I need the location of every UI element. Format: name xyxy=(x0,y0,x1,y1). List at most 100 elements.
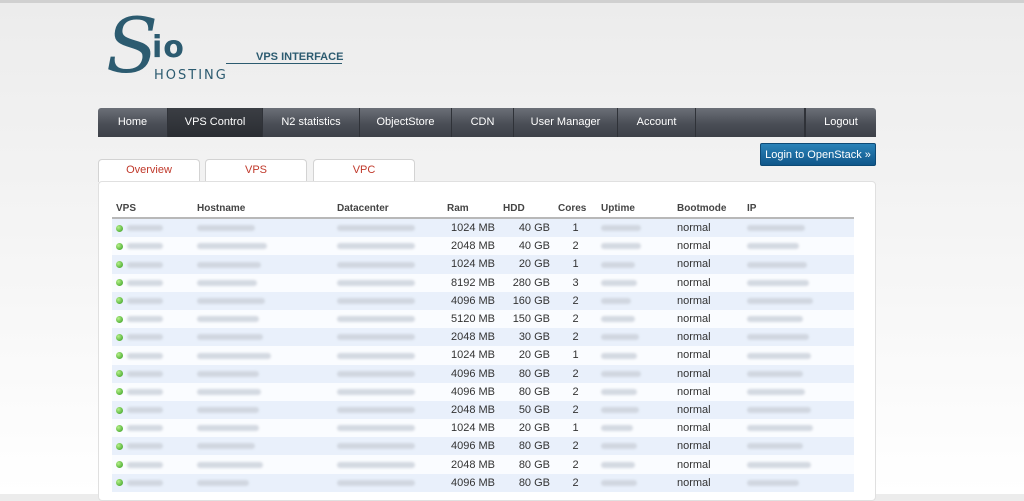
table-row[interactable]: 8192 MB 280 GB 3 normal xyxy=(112,273,854,292)
logo[interactable]: S io HOSTING VPS INTERFACE xyxy=(106,6,346,90)
table-row[interactable]: 4096 MB 80 GB 2 normal xyxy=(112,382,854,401)
table-row[interactable]: 4096 MB 160 GB 2 normal xyxy=(112,291,854,310)
table-row[interactable]: 1024 MB 40 GB 1 normal xyxy=(112,218,854,238)
login-openstack-button[interactable]: Login to OpenStack » xyxy=(760,143,876,166)
cell-bootmode: normal xyxy=(673,291,743,310)
cell-vps[interactable] xyxy=(112,455,193,474)
nav-objectstore[interactable]: ObjectStore xyxy=(360,108,452,137)
nav-logout[interactable]: Logout xyxy=(805,108,876,137)
cell-vps[interactable] xyxy=(112,237,193,256)
table-row[interactable]: 4096 MB 80 GB 2 normal xyxy=(112,437,854,456)
cell-bootmode: normal xyxy=(673,218,743,238)
status-online-icon xyxy=(116,279,123,287)
cell-vps[interactable] xyxy=(112,273,193,292)
col-vps[interactable]: VPS xyxy=(112,200,193,219)
cell-hdd: 20 GB xyxy=(499,346,554,365)
status-online-icon xyxy=(116,461,123,469)
redacted-ip xyxy=(747,388,805,395)
cell-hostname xyxy=(193,400,333,420)
table-row[interactable]: 1024 MB 20 GB 1 normal xyxy=(112,255,854,274)
nav-account[interactable]: Account xyxy=(618,108,696,137)
cell-ip xyxy=(743,455,854,474)
cell-ip xyxy=(743,473,854,492)
redacted-datacenter xyxy=(337,279,415,286)
cell-uptime xyxy=(597,273,673,292)
logo-divider xyxy=(226,63,342,64)
cell-ip xyxy=(743,309,854,329)
col-datacenter[interactable]: Datacenter xyxy=(333,200,443,219)
cell-datacenter xyxy=(333,473,443,492)
table-row[interactable]: 1024 MB 20 GB 1 normal xyxy=(112,346,854,365)
col-ram[interactable]: Ram xyxy=(443,200,499,219)
table-row[interactable]: 2048 MB 80 GB 2 normal xyxy=(112,455,854,474)
status-online-icon xyxy=(116,388,123,396)
redacted-ip xyxy=(747,352,811,359)
cell-ip xyxy=(743,419,854,438)
cell-vps[interactable] xyxy=(112,437,193,456)
redacted-hostname xyxy=(197,334,263,341)
table-row[interactable]: 4096 MB 80 GB 2 normal xyxy=(112,473,854,492)
cell-hostname xyxy=(193,218,333,238)
cell-uptime xyxy=(597,400,673,420)
redacted-vps-id xyxy=(127,279,163,286)
cell-hostname xyxy=(193,309,333,329)
table-row[interactable]: 1024 MB 20 GB 1 normal xyxy=(112,419,854,438)
cell-datacenter xyxy=(333,237,443,256)
cell-vps[interactable] xyxy=(112,382,193,401)
cell-vps[interactable] xyxy=(112,328,193,347)
col-bootmode[interactable]: Bootmode xyxy=(673,200,743,219)
col-cores[interactable]: Cores xyxy=(554,200,597,219)
cell-cores: 2 xyxy=(554,455,597,474)
cell-vps[interactable] xyxy=(112,473,193,492)
cell-vps[interactable] xyxy=(112,419,193,438)
cell-cores: 2 xyxy=(554,473,597,492)
redacted-hostname xyxy=(197,443,255,450)
cell-ip xyxy=(743,218,854,238)
redacted-ip xyxy=(747,479,799,486)
redacted-vps-id xyxy=(127,388,163,395)
nav-vps-control[interactable]: VPS Control xyxy=(168,108,263,137)
col-hdd[interactable]: HDD xyxy=(499,200,554,219)
table-row[interactable]: 2048 MB 50 GB 2 normal xyxy=(112,400,854,420)
redacted-datacenter xyxy=(337,261,415,268)
cell-bootmode: normal xyxy=(673,255,743,274)
cell-vps[interactable] xyxy=(112,309,193,329)
cell-ram: 2048 MB xyxy=(443,328,499,347)
cell-vps[interactable] xyxy=(112,255,193,274)
tab-vps[interactable]: VPS xyxy=(205,159,307,182)
cell-datacenter xyxy=(333,364,443,383)
nav-user-manager[interactable]: User Manager xyxy=(514,108,618,137)
table-row[interactable]: 2048 MB 30 GB 2 normal xyxy=(112,328,854,347)
nav-home[interactable]: Home xyxy=(98,108,168,137)
nav-cdn[interactable]: CDN xyxy=(452,108,514,137)
table-row[interactable]: 4096 MB 80 GB 2 normal xyxy=(112,364,854,383)
table-row[interactable]: 2048 MB 40 GB 2 normal xyxy=(112,237,854,256)
nav-n2-statistics[interactable]: N2 statistics xyxy=(263,108,360,137)
cell-ip xyxy=(743,364,854,383)
tab-overview[interactable]: Overview xyxy=(98,159,200,182)
cell-datacenter xyxy=(333,273,443,292)
cell-vps[interactable] xyxy=(112,364,193,383)
cell-uptime xyxy=(597,346,673,365)
cell-ip xyxy=(743,437,854,456)
col-hostname[interactable]: Hostname xyxy=(193,200,333,219)
redacted-uptime xyxy=(601,352,637,359)
col-uptime[interactable]: Uptime xyxy=(597,200,673,219)
redacted-uptime xyxy=(601,425,633,432)
cell-vps[interactable] xyxy=(112,291,193,310)
cell-vps[interactable] xyxy=(112,218,193,238)
redacted-uptime xyxy=(601,225,641,232)
logo-s: S xyxy=(106,1,159,90)
redacted-uptime xyxy=(601,297,631,304)
cell-vps[interactable] xyxy=(112,346,193,365)
col-ip[interactable]: IP xyxy=(743,200,854,219)
redacted-hostname xyxy=(197,225,255,232)
tab-vpc[interactable]: VPC xyxy=(313,159,415,182)
cell-datacenter xyxy=(333,291,443,310)
cell-ram: 4096 MB xyxy=(443,291,499,310)
status-online-icon xyxy=(116,352,123,359)
cell-vps[interactable] xyxy=(112,400,193,420)
table-row[interactable]: 5120 MB 150 GB 2 normal xyxy=(112,309,854,329)
cell-hostname xyxy=(193,419,333,438)
redacted-datacenter xyxy=(337,334,415,341)
